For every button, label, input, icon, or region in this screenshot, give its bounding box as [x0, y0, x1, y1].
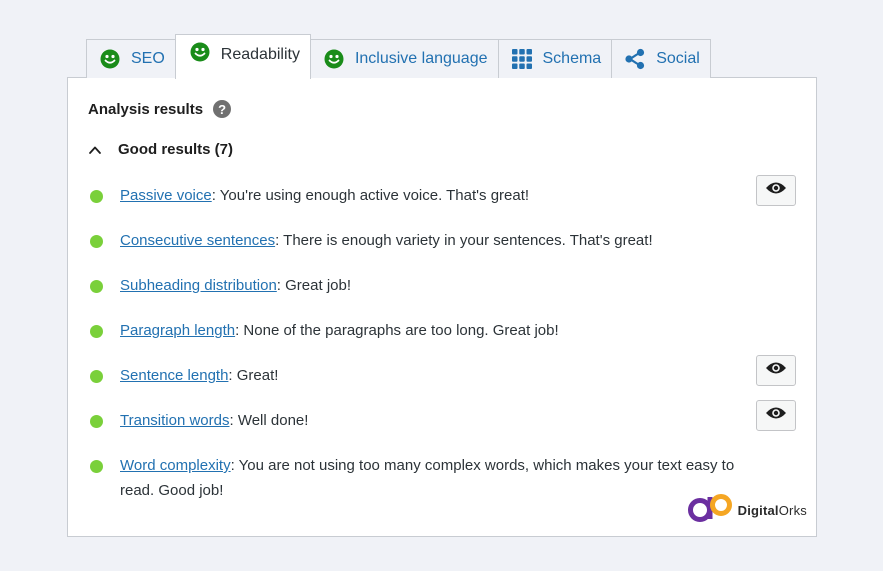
tab-label: SEO — [131, 50, 165, 67]
digitalorks-watermark: DigitalOrks — [687, 493, 807, 528]
result-message: : There is enough variety in your senten… — [275, 232, 653, 249]
share-icon — [624, 48, 646, 70]
wordmark-digital: Digital — [737, 503, 779, 518]
tab-label: Inclusive language — [354, 50, 488, 67]
wordmark-orks: Orks — [778, 503, 807, 518]
result-link-consecutive-sentences[interactable]: Consecutive sentences — [120, 232, 275, 249]
result-text: Paragraph length: None of the paragraphs… — [120, 318, 770, 343]
result-message: : You're using enough active voice. That… — [211, 187, 530, 204]
result-text: Subheading distribution: Great job! — [120, 273, 770, 298]
result-link-sentence-length[interactable]: Sentence length — [120, 367, 228, 384]
result-text: Transition words: Well done! — [120, 408, 770, 433]
tab-label: Schema — [542, 50, 602, 67]
analysis-panel: Analysis results ? Good results (7) Pass… — [67, 77, 817, 537]
result-link-subheading-distribution[interactable]: Subheading distribution — [120, 277, 277, 294]
highlight-eye-button[interactable] — [756, 355, 796, 386]
chevron-up-icon — [88, 143, 102, 157]
smiley-icon — [99, 48, 121, 70]
tab-label: Readability — [220, 46, 300, 63]
tab-label: Social — [656, 50, 700, 67]
tab-social[interactable]: Social — [611, 39, 711, 78]
eye-icon — [765, 358, 787, 383]
result-text: Word complexity: You are not using too m… — [120, 453, 770, 503]
good-status-dot — [90, 325, 103, 338]
analysis-title: Analysis results — [88, 100, 204, 118]
result-link-transition-words[interactable]: Transition words — [120, 412, 229, 429]
grid-icon — [511, 48, 533, 70]
good-status-dot — [90, 460, 103, 473]
help-icon[interactable]: ? — [213, 100, 232, 118]
digitalorks-logo-icon — [687, 493, 734, 528]
tab-seo[interactable]: SEO — [86, 39, 176, 78]
highlight-eye-button[interactable] — [756, 400, 796, 431]
result-link-passive-voice[interactable]: Passive voice — [120, 187, 212, 204]
smiley-icon — [323, 48, 345, 70]
smiley-icon — [189, 41, 211, 63]
analysis-heading: Analysis results ? — [88, 100, 232, 118]
good-status-dot — [90, 280, 103, 293]
good-status-dot — [90, 415, 103, 428]
result-message: : Great! — [228, 367, 279, 384]
result-link-word-complexity[interactable]: Word complexity — [120, 457, 231, 474]
result-message: : Great job! — [276, 277, 351, 294]
good-status-dot — [90, 235, 103, 248]
result-text: Consecutive sentences: There is enough v… — [120, 228, 770, 253]
good-results-label: Good results (7) — [118, 141, 234, 158]
eye-icon — [765, 403, 787, 428]
highlight-eye-button[interactable] — [756, 175, 796, 206]
result-link-paragraph-length[interactable]: Paragraph length — [120, 322, 235, 339]
tab-inclusive-language[interactable]: Inclusive language — [309, 39, 499, 78]
result-text: Sentence length: Great! — [120, 363, 770, 388]
result-message: : None of the paragraphs are too long. G… — [235, 322, 559, 339]
metabox-tabs: SEO Readability Inclusive language Schem… — [86, 33, 711, 79]
good-results-toggle[interactable]: Good results (7) — [88, 141, 233, 158]
result-text: Passive voice: You're using enough activ… — [120, 183, 770, 208]
result-message: : Well done! — [229, 412, 309, 429]
good-status-dot — [90, 370, 103, 383]
good-status-dot — [90, 190, 103, 203]
tab-schema[interactable]: Schema — [497, 39, 613, 78]
tab-readability[interactable]: Readability — [174, 34, 311, 79]
eye-icon — [765, 178, 787, 203]
digitalorks-wordmark: DigitalOrks — [738, 503, 807, 518]
